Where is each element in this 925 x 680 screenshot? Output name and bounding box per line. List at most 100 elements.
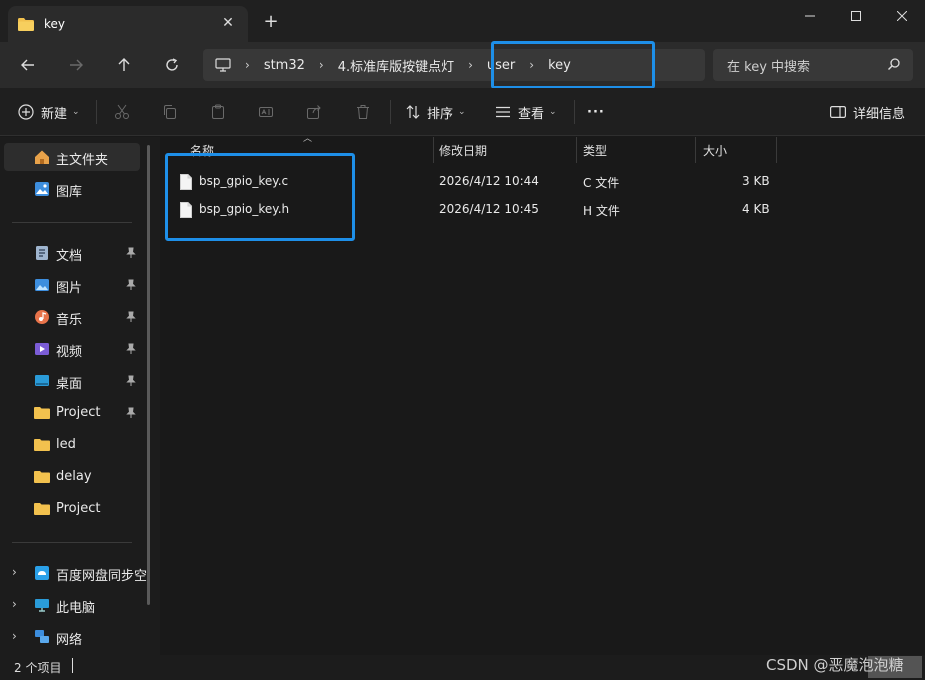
plus-circle-icon [18, 104, 34, 120]
sidebar-item-delay[interactable]: delay [4, 463, 140, 491]
new-button[interactable]: 新建 ⌄ [18, 100, 80, 124]
sidebar-item-network[interactable]: › 网络 [4, 623, 140, 651]
sort-icon [406, 105, 420, 119]
cut-button[interactable] [114, 100, 130, 124]
rename-button[interactable] [258, 100, 274, 124]
sidebar-item-documents[interactable]: 文档 [4, 239, 140, 267]
computer-icon [215, 58, 231, 72]
paste-button[interactable] [210, 100, 226, 124]
file-type: C 文件 [583, 176, 620, 190]
chevron-right-icon[interactable]: › [12, 629, 17, 643]
pin-icon [126, 407, 136, 418]
forward-button[interactable] [62, 51, 90, 79]
home-icon [35, 150, 49, 164]
sidebar-item-this-pc[interactable]: › 此电脑 [4, 591, 140, 619]
baidu-cloud-icon [35, 566, 49, 580]
file-type: H 文件 [583, 204, 620, 218]
tab-title: key [44, 17, 66, 31]
trash-icon [357, 105, 369, 119]
sidebar-item-desktop[interactable]: 桌面 [4, 367, 140, 395]
folder-icon [34, 503, 50, 515]
file-size: 4 KB [742, 202, 770, 216]
column-divider[interactable] [433, 137, 434, 163]
folder-icon [34, 439, 50, 451]
search-icon [888, 58, 900, 70]
details-pane-icon [830, 106, 846, 118]
folder-icon [34, 471, 50, 483]
files-highlight [165, 153, 355, 241]
details-pane-button[interactable]: 详细信息 [830, 100, 905, 124]
sidebar-item-home[interactable]: 主文件夹 [4, 143, 140, 171]
chevron-right-icon: › [245, 58, 250, 72]
share-button[interactable] [306, 100, 322, 124]
minimize-icon [805, 15, 815, 17]
new-tab-button[interactable]: + [260, 12, 282, 34]
minimize-button[interactable] [787, 0, 833, 32]
sidebar-item-pictures[interactable]: 图片 [4, 271, 140, 299]
sidebar-item-project[interactable]: Project [4, 495, 140, 523]
breadcrumb-item[interactable]: › 4.标准库版按键点灯 [305, 56, 454, 75]
pin-icon [126, 247, 136, 258]
more-button[interactable]: ··· [587, 100, 605, 124]
close-icon [897, 11, 907, 21]
share-icon [307, 105, 321, 119]
maximize-button[interactable] [833, 0, 879, 32]
search-input[interactable]: 在 key 中搜索 [713, 49, 913, 81]
column-divider[interactable] [695, 137, 696, 163]
view-icon [496, 106, 510, 118]
sidebar-item-led[interactable]: led [4, 431, 140, 459]
chevron-down-icon: ⌄ [458, 107, 466, 117]
divider [574, 100, 575, 124]
column-header-type[interactable]: 类型 [583, 137, 607, 163]
sort-button[interactable]: 排序 ⌄ [405, 100, 466, 124]
arrow-left-icon [21, 59, 34, 71]
maximize-icon [851, 11, 861, 21]
arrow-up-icon [118, 58, 130, 71]
divider [96, 100, 97, 124]
pin-icon [126, 375, 136, 386]
refresh-button[interactable] [158, 51, 186, 79]
divider [390, 100, 391, 124]
file-modified: 2026/4/12 10:45 [439, 202, 539, 216]
sidebar-item-gallery[interactable]: 图库 [4, 175, 140, 203]
scissors-icon [115, 104, 129, 119]
column-header-modified[interactable]: 修改日期 [439, 137, 487, 163]
desktop-icon [35, 375, 49, 386]
chevron-right-icon[interactable]: › [12, 565, 17, 579]
title-bar: key ✕ + [0, 0, 925, 42]
sidebar-item-videos[interactable]: 视频 [4, 335, 140, 363]
copy-button[interactable] [162, 100, 178, 124]
close-window-button[interactable] [879, 0, 925, 32]
file-explorer-window: key ✕ + › stm32 › 4.标准库版按键点灯 › user › ke… [0, 0, 925, 680]
documents-icon [36, 246, 48, 260]
command-bar: 新建 ⌄ 排序 ⌄ 查看 ⌄ ··· 详细信息 [0, 88, 925, 136]
search-placeholder: 在 key 中搜索 [727, 59, 811, 75]
refresh-icon [166, 58, 178, 71]
back-button[interactable] [14, 51, 42, 79]
music-icon [35, 310, 49, 324]
network-icon [35, 630, 49, 643]
breadcrumb-item[interactable]: › stm32 [245, 58, 305, 73]
chevron-down-icon: ⌄ [549, 107, 557, 117]
chevron-right-icon[interactable]: › [12, 597, 17, 611]
pictures-icon [35, 279, 49, 291]
folder-icon [18, 17, 34, 31]
view-button[interactable]: 查看 ⌄ [495, 100, 557, 124]
sidebar-item-project-pinned[interactable]: Project [4, 399, 140, 427]
gallery-icon [35, 182, 49, 196]
sidebar-item-baidu-cloud[interactable]: › 百度网盘同步空 [4, 559, 147, 587]
column-divider[interactable] [776, 137, 777, 163]
pin-icon [126, 279, 136, 290]
close-tab-icon[interactable]: ✕ [220, 15, 236, 31]
sidebar-scrollbar[interactable] [147, 145, 150, 605]
pin-icon [126, 311, 136, 322]
status-divider [72, 658, 73, 673]
delete-button[interactable] [355, 100, 371, 124]
tab-key[interactable]: key ✕ [8, 6, 248, 42]
column-divider[interactable] [576, 137, 577, 163]
file-modified: 2026/4/12 10:44 [439, 174, 539, 188]
column-header-size[interactable]: 大小 [703, 137, 727, 163]
sidebar-item-music[interactable]: 音乐 [4, 303, 140, 331]
up-button[interactable] [110, 51, 138, 79]
watermark: CSDN @恶魔泡泡糖 [766, 656, 904, 674]
